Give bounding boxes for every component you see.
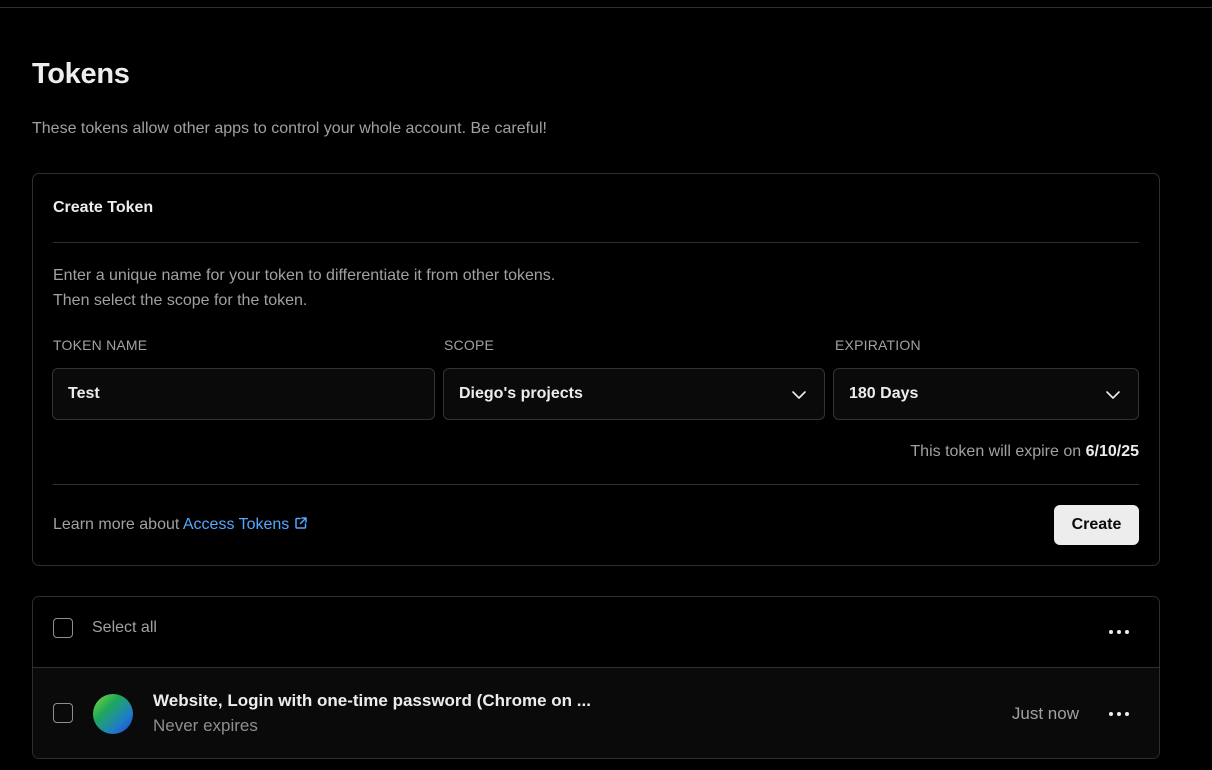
chevron-down-icon [1106,391,1120,399]
expiration-label: EXPIRATION [835,337,921,353]
page-title: Tokens [32,58,130,90]
access-tokens-link[interactable]: Access Tokens [183,516,308,533]
more-horizontal-icon [1109,630,1129,634]
instructions-line-2: Then select the scope for the token. [53,292,308,309]
learn-more-prefix: Learn more about [53,516,180,533]
page-description: These tokens allow other apps to control… [32,120,547,137]
expiration-selected-value: 180 Days [849,385,919,402]
expiration-note-prefix: This token will expire on [910,443,1082,460]
token-list-header: Select all [33,597,1159,668]
learn-more-text: Learn more about Access Tokens [53,516,308,534]
token-name-field[interactable] [52,368,435,420]
avatar [93,694,133,734]
expiration-date: 6/10/25 [1085,443,1139,460]
token-created-time: Just now [1011,704,1079,723]
token-row-checkbox[interactable] [53,703,73,723]
scope-selected-value: Diego's projects [459,385,583,402]
token-actions-button[interactable] [1099,699,1139,729]
scope-label: SCOPE [444,337,495,353]
access-tokens-link-label: Access Tokens [182,516,290,533]
card-divider [53,242,1139,243]
token-name: Website, Login with one-time password (C… [153,691,591,710]
token-row: Website, Login with one-time password (C… [33,668,1159,758]
token-list: Select all Website, Login with one-time … [32,596,1160,759]
expiration-select[interactable]: 180 Days [833,368,1139,420]
create-token-card: Create Token Enter a unique name for you… [32,173,1160,566]
chevron-down-icon [792,391,806,399]
token-name-input[interactable] [68,385,434,403]
more-horizontal-icon [1109,712,1129,716]
instructions-line-1: Enter a unique name for your token to di… [53,267,556,284]
select-all-checkbox[interactable] [53,618,73,638]
token-name-label: TOKEN NAME [53,337,148,353]
create-button[interactable]: Create [1054,505,1139,545]
expiration-note: This token will expire on 6/10/25 [910,443,1139,461]
card-divider [53,484,1139,485]
scope-select[interactable]: Diego's projects [443,368,825,420]
top-divider [0,7,1212,8]
token-expiry: Never expires [153,716,258,735]
select-all-label: Select all [92,619,157,636]
bulk-actions-button[interactable] [1099,617,1139,647]
card-title: Create Token [53,199,154,216]
external-link-icon [295,517,308,529]
